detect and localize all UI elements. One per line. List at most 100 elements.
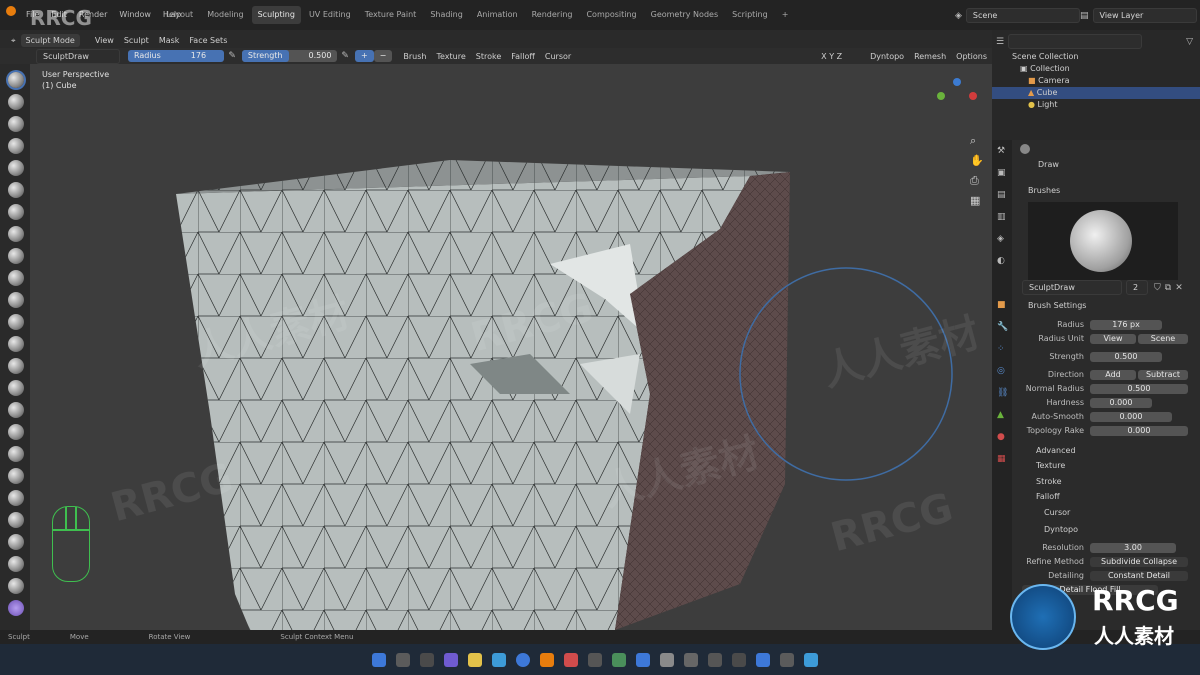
app-icon[interactable] [684, 653, 698, 667]
outliner-scene-collection[interactable]: Scene Collection [1012, 51, 1196, 63]
x-axis-icon[interactable] [969, 92, 977, 100]
cursor-dropdown[interactable]: Cursor [540, 50, 576, 63]
camera-view-icon[interactable]: ⎙ [970, 174, 979, 188]
material-tab-icon[interactable]: ● [997, 432, 1005, 442]
smooth-brush-icon[interactable] [8, 270, 24, 286]
resolution-field[interactable]: 3.00 [1090, 543, 1176, 553]
menu-mask[interactable]: Mask [154, 34, 185, 47]
texture-dropdown[interactable]: Texture [431, 50, 470, 63]
tab-geometry-nodes[interactable]: Geometry Nodes [645, 6, 724, 24]
app-icon[interactable] [660, 653, 674, 667]
ortho-toggle-icon[interactable]: ▦ [970, 194, 980, 207]
layer-brush-icon[interactable] [8, 182, 24, 198]
constraints-tab-icon[interactable]: ⛓ [997, 388, 1008, 398]
add-workspace-button[interactable]: + [776, 6, 795, 24]
output-tab-icon[interactable]: ▤ [997, 190, 1006, 200]
object-tab-icon[interactable]: ■ [997, 300, 1006, 310]
dyntopo-section[interactable]: Dyntopo [1044, 525, 1078, 534]
data-tab-icon[interactable]: ▲ [997, 410, 1004, 420]
slide-relax-brush-icon[interactable] [8, 556, 24, 572]
hardness-field[interactable]: 0.000 [1090, 398, 1152, 408]
brushes-section[interactable]: Brushes [1028, 186, 1060, 195]
store-icon[interactable] [516, 653, 530, 667]
stroke-dropdown[interactable]: Stroke [471, 50, 507, 63]
navigation-gizmo[interactable] [935, 78, 979, 122]
elastic-deform-brush-icon[interactable] [8, 424, 24, 440]
snake-hook-brush-icon[interactable] [8, 446, 24, 462]
pan-hand-icon[interactable]: ✋ [970, 154, 984, 167]
zoom-icon[interactable]: ⌕ [970, 134, 976, 148]
fake-user-icon[interactable]: ⛉ [1154, 283, 1161, 293]
boundary-brush-icon[interactable] [8, 578, 24, 594]
app-icon[interactable] [564, 653, 578, 667]
advanced-section[interactable]: Advanced [1036, 446, 1076, 455]
brush-preview[interactable] [1028, 202, 1178, 280]
tab-layout[interactable]: Layout [160, 6, 199, 24]
cursor-section[interactable]: Cursor [1044, 508, 1070, 517]
tab-uv-editing[interactable]: UV Editing [303, 6, 357, 24]
direction-add-button[interactable]: Add [1090, 370, 1136, 380]
tab-texture-paint[interactable]: Texture Paint [359, 6, 423, 24]
app-icon[interactable] [756, 653, 770, 667]
remesh-dropdown[interactable]: Remesh [909, 50, 951, 63]
brush-settings-section[interactable]: Brush Settings [1028, 301, 1086, 310]
blender-taskbar-icon[interactable] [540, 653, 554, 667]
app-icon[interactable] [612, 653, 626, 667]
texture-section[interactable]: Texture [1036, 461, 1065, 470]
texture-tab-icon[interactable]: ▦ [997, 454, 1006, 464]
modifier-tab-icon[interactable]: 🔧 [997, 322, 1008, 332]
stroke-section[interactable]: Stroke [1036, 477, 1062, 486]
radius-field[interactable]: 176 px [1090, 320, 1162, 330]
viewlayer-field[interactable]: View Layer [1092, 8, 1197, 23]
blob-brush-icon[interactable] [8, 226, 24, 242]
menu-sculpt[interactable]: Sculpt [119, 34, 154, 47]
direction-subtract-button[interactable]: Subtract [1138, 370, 1188, 380]
physics-tab-icon[interactable]: ◎ [997, 366, 1005, 376]
app-icon[interactable] [780, 653, 794, 667]
blender-logo-icon[interactable] [6, 6, 16, 16]
app-icon[interactable] [732, 653, 746, 667]
file-explorer-icon[interactable] [468, 653, 482, 667]
tab-shading[interactable]: Shading [424, 6, 469, 24]
tab-modeling[interactable]: Modeling [201, 6, 249, 24]
strength-field[interactable]: 0.500 [1090, 352, 1162, 362]
brush-dropdown[interactable]: Brush [398, 50, 431, 63]
scene-field[interactable]: Scene [965, 8, 1080, 23]
dyntopo-toggle[interactable]: Dyntopo [865, 50, 909, 63]
task-view-icon[interactable] [420, 653, 434, 667]
grab-brush-icon[interactable] [8, 402, 24, 418]
tab-rendering[interactable]: Rendering [526, 6, 579, 24]
clay-brush-icon[interactable] [8, 116, 24, 132]
draw-brush-icon[interactable] [8, 72, 24, 88]
tab-compositing[interactable]: Compositing [580, 6, 642, 24]
duplicate-brush-icon[interactable]: ⧉ [1165, 283, 1171, 293]
falloff-section[interactable]: Falloff [1036, 492, 1060, 501]
normal-radius-field[interactable]: 0.500 [1090, 384, 1188, 394]
brush-name-field[interactable]: SculptDraw [36, 48, 120, 64]
filter-icon[interactable]: ▽ [1186, 37, 1193, 47]
tab-scripting[interactable]: Scripting [726, 6, 774, 24]
menu-view[interactable]: View [90, 34, 119, 47]
brush-users-count[interactable]: 2 [1126, 280, 1148, 295]
symmetry-axes[interactable]: X Y Z [816, 50, 847, 63]
thumb-brush-icon[interactable] [8, 468, 24, 484]
outliner-item-camera[interactable]: ■ Camera [1028, 75, 1196, 87]
strength-field[interactable]: Strength 0.500 [241, 50, 338, 62]
pinch-brush-icon[interactable] [8, 380, 24, 396]
draw-sharp-brush-icon[interactable] [8, 94, 24, 110]
direction-add-button[interactable]: + [354, 50, 374, 62]
search-icon[interactable] [396, 653, 410, 667]
unlink-brush-icon[interactable]: ✕ [1175, 283, 1183, 293]
outliner-item-light[interactable]: ● Light [1028, 99, 1196, 111]
tab-animation[interactable]: Animation [471, 6, 524, 24]
app-icon[interactable] [708, 653, 722, 667]
multiplane-scrape-brush-icon[interactable] [8, 358, 24, 374]
app-icon[interactable] [588, 653, 602, 667]
fill-brush-icon[interactable] [8, 314, 24, 330]
y-axis-icon[interactable] [937, 92, 945, 100]
pose-brush-icon[interactable] [8, 490, 24, 506]
radius-field[interactable]: Radius 176 px [127, 50, 225, 72]
inflate-brush-icon[interactable] [8, 204, 24, 220]
clay-strips-brush-icon[interactable] [8, 138, 24, 154]
tool-tab-icon[interactable]: ⚒ [997, 146, 1005, 156]
